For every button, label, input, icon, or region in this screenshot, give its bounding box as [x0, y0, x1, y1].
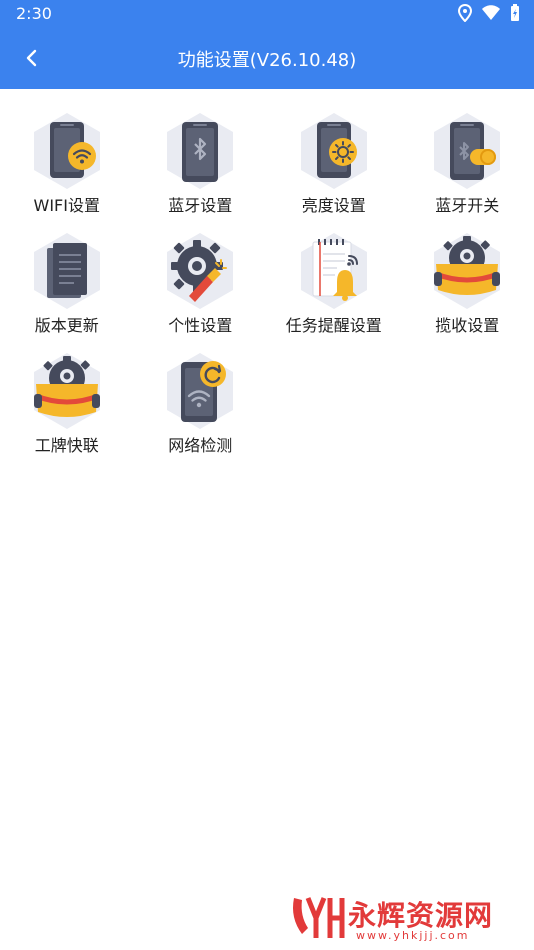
pickup-settings-item[interactable]: 揽收设置 — [401, 230, 534, 338]
bluetooth-switch-icon — [434, 113, 501, 189]
badge-quick-connect-icon — [33, 353, 100, 429]
network-check-item[interactable]: 网络检测 — [134, 350, 268, 458]
wifi-settings-icon — [33, 113, 100, 189]
item-label: 工牌快联 — [34, 436, 99, 455]
bluetooth-settings-icon — [167, 113, 234, 189]
wifi-signal-icon — [482, 5, 500, 20]
network-check-icon — [167, 353, 234, 429]
item-label: WIFI设置 — [33, 196, 100, 215]
wifi-settings-item[interactable]: WIFI设置 — [0, 110, 134, 218]
personalization-item[interactable]: 个性设置 — [134, 230, 268, 338]
location-icon — [458, 4, 472, 22]
item-label: 网络检测 — [168, 436, 233, 455]
app-bar: 2:30 功能设置(V26.10.48) — [0, 0, 534, 89]
bluetooth-settings-item[interactable]: 蓝牙设置 — [134, 110, 268, 218]
item-label: 蓝牙设置 — [168, 196, 233, 215]
bluetooth-switch-item[interactable]: 蓝牙开关 — [401, 110, 534, 218]
item-label: 版本更新 — [34, 316, 99, 335]
page-title: 功能设置(V26.10.48) — [177, 50, 357, 71]
watermark: 永辉资源网 www.yhkjjj.com — [286, 888, 526, 946]
settings-grid: WIFI设置 蓝牙设置 亮度设置 蓝牙开关 版本更新 个性设置 任务提醒设置 揽… — [0, 110, 534, 458]
brightness-settings-icon — [300, 113, 367, 189]
item-label: 个性设置 — [168, 316, 233, 335]
task-reminder-icon — [300, 233, 367, 309]
version-update-icon — [33, 233, 100, 309]
watermark-url: www.yhkjjj.com — [356, 929, 470, 942]
watermark-brand: 永辉资源网 — [348, 899, 494, 932]
task-reminder-item[interactable]: 任务提醒设置 — [267, 230, 401, 338]
status-icons — [458, 4, 520, 22]
item-label: 亮度设置 — [301, 196, 366, 215]
pickup-settings-icon — [434, 233, 501, 309]
version-update-item[interactable]: 版本更新 — [0, 230, 134, 338]
item-label: 揽收设置 — [435, 316, 500, 335]
badge-quick-connect-item[interactable]: 工牌快联 — [0, 350, 134, 458]
watermark-logo — [293, 897, 345, 938]
brightness-settings-item[interactable]: 亮度设置 — [267, 110, 401, 218]
battery-icon — [511, 4, 519, 21]
personalization-icon — [167, 233, 234, 309]
item-label: 任务提醒设置 — [285, 316, 382, 335]
item-label: 蓝牙开关 — [435, 196, 500, 215]
status-time: 2:30 — [16, 4, 52, 23]
